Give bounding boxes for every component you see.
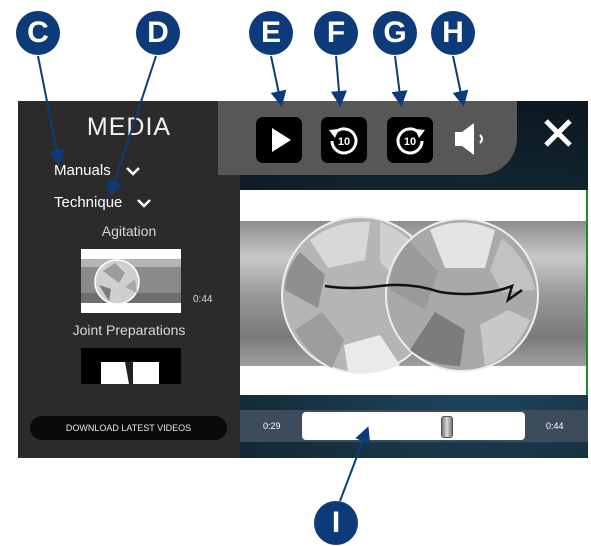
callout-e: E: [249, 11, 293, 55]
technique-menu[interactable]: Technique: [54, 194, 152, 211]
callout-i: I: [314, 501, 358, 545]
forward-10-icon: 10: [396, 127, 425, 155]
play-icon: [272, 128, 291, 152]
video-title-agitation: Agitation: [101, 223, 157, 239]
media-screen: MEDIA Manuals Technique Agitation 0:44 J…: [18, 101, 588, 458]
volume-button[interactable]: [452, 119, 492, 159]
download-latest-videos-button[interactable]: DOWNLOAD LATEST VIDEOS: [30, 416, 227, 440]
joint-preparations-thumbnail[interactable]: [81, 348, 181, 384]
close-button[interactable]: [540, 115, 576, 151]
manuals-menu[interactable]: Manuals: [54, 162, 141, 179]
media-sidebar: MEDIA Manuals Technique Agitation 0:44 J…: [18, 101, 240, 458]
rewind-10-label: 10: [338, 136, 350, 148]
video-frame[interactable]: [240, 190, 588, 395]
seek-handle[interactable]: [441, 416, 453, 438]
rewind-10-button[interactable]: 10: [321, 117, 367, 163]
timeline-bar: 0:29 0:44: [240, 410, 588, 442]
current-time: 0:29: [263, 421, 281, 431]
manuals-label: Manuals: [54, 162, 111, 179]
seek-slider[interactable]: [302, 412, 525, 440]
close-icon: [544, 119, 572, 147]
chevron-down-icon: [125, 166, 140, 176]
chevron-down-icon: [137, 198, 152, 208]
callout-f: F: [314, 11, 358, 55]
technique-label: Technique: [54, 194, 123, 211]
forward-10-label: 10: [404, 136, 416, 148]
play-button[interactable]: [256, 117, 302, 163]
video-title-joint-preparations: Joint Preparations: [72, 322, 186, 338]
rewind-10-icon: 10: [329, 127, 358, 155]
callout-c: C: [16, 11, 60, 55]
playback-control-bar: 10 10: [218, 101, 517, 175]
agitation-thumbnail[interactable]: [81, 249, 181, 313]
volume-icon: [455, 123, 483, 155]
callout-h: H: [431, 11, 475, 55]
agitation-duration: 0:44: [193, 294, 213, 305]
callout-g: G: [373, 11, 417, 55]
forward-10-button[interactable]: 10: [387, 117, 433, 163]
sidebar-title: MEDIA: [86, 113, 172, 141]
callout-d: D: [136, 11, 180, 55]
total-time: 0:44: [546, 421, 564, 431]
